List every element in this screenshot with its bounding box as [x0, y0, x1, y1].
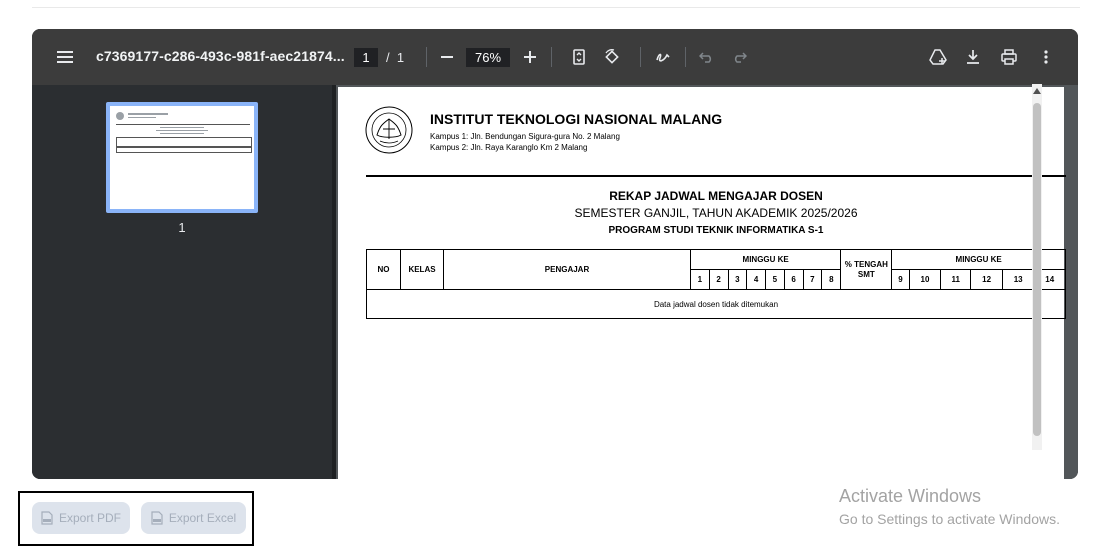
col-minggu-ke-1: MINGGU KE	[689, 249, 842, 270]
week-number: 1	[690, 269, 710, 290]
week-number: 4	[746, 269, 766, 290]
week-number: 11	[940, 269, 972, 290]
export-excel-label: Export Excel	[168, 511, 237, 525]
download-icon[interactable]	[962, 29, 984, 85]
scroll-up-arrow-icon[interactable]	[1033, 88, 1041, 94]
thumb-logo	[116, 112, 124, 120]
institution-name: INSTITUT TEKNOLOGI NASIONAL MALANG	[430, 111, 723, 127]
toolbar-divider	[640, 47, 641, 67]
document-scrollbar[interactable]	[1032, 84, 1042, 450]
pdf-viewer: c7369177-c286-493c-981f-aec21874... 1 / …	[32, 29, 1078, 479]
page-thumbnail[interactable]	[106, 102, 258, 213]
thumb-line	[160, 133, 204, 134]
thumb-table	[116, 146, 252, 153]
week-number: 9	[891, 269, 910, 290]
campus-1-address: Kampus 1: Jln. Bendungan Sigura-gura No.…	[430, 132, 620, 141]
page-count: / 1	[386, 48, 404, 67]
thumb-line	[128, 113, 168, 115]
activate-windows-title: Activate Windows	[839, 486, 982, 506]
report-title: REKAP JADWAL MENGAJAR DOSEN	[609, 189, 823, 203]
thumb-line	[128, 117, 156, 118]
zoom-level-input[interactable]: 76%	[466, 48, 510, 67]
thumb-line	[116, 124, 250, 125]
week-number: 7	[802, 269, 823, 290]
col-pengajar: PENGAJAR	[443, 249, 691, 290]
thumbnail-preview	[110, 106, 254, 209]
total-pages: 1	[396, 50, 405, 65]
col-no: NO	[366, 249, 401, 290]
week-number: 8	[821, 269, 842, 290]
drive-add-icon[interactable]	[926, 29, 950, 85]
program-name: PROGRAM STUDI TEKNIK INFORMATIKA S-1	[608, 225, 824, 236]
menu-icon[interactable]	[54, 29, 76, 85]
document-area: INSTITUT TEKNOLOGI NASIONAL MALANG Kampu…	[336, 85, 1078, 479]
more-vert-icon[interactable]	[1036, 29, 1056, 85]
top-divider	[32, 7, 1080, 8]
pdf-toolbar: c7369177-c286-493c-981f-aec21874... 1 / …	[32, 29, 1078, 85]
fit-page-icon[interactable]	[568, 29, 590, 85]
week-number: 12	[970, 269, 1003, 290]
thumb-line	[156, 130, 208, 131]
header-rule	[366, 175, 1066, 177]
annotate-icon[interactable]	[651, 29, 675, 85]
xls-file-icon	[151, 511, 163, 525]
print-icon[interactable]	[998, 29, 1020, 85]
semester-info: SEMESTER GANJIL, TAHUN AKADEMIK 2025/202…	[574, 206, 858, 220]
rotate-icon[interactable]	[600, 29, 624, 85]
thumbnail-sidebar: 1	[32, 85, 332, 479]
zoom-in-icon[interactable]	[519, 29, 541, 85]
file-title: c7369177-c286-493c-981f-aec21874...	[96, 48, 345, 64]
week-number: 13	[1001, 269, 1035, 290]
export-actions: Export PDF Export Excel	[18, 491, 254, 546]
scrollbar-thumb[interactable]	[1033, 103, 1041, 436]
undo-icon[interactable]	[696, 29, 718, 85]
empty-table-message: Data jadwal dosen tidak ditemukan	[366, 289, 1066, 319]
redo-icon[interactable]	[728, 29, 750, 85]
export-excel-button[interactable]: Export Excel	[141, 502, 246, 534]
pdf-file-icon	[41, 511, 53, 525]
current-page-input[interactable]: 1	[354, 48, 378, 67]
col-tengah-smt: % TENGAH SMT	[840, 249, 893, 290]
thumbnail-page-number: 1	[178, 220, 186, 235]
export-pdf-label: Export PDF	[58, 511, 121, 525]
institution-logo	[365, 106, 413, 154]
schedule-table: NO KELAS PENGAJAR MINGGU KE % TENGAH SMT…	[366, 249, 1066, 319]
week-number: 5	[765, 269, 785, 290]
week-number: 6	[783, 269, 804, 290]
toolbar-divider	[551, 47, 552, 67]
pdf-page: INSTITUT TEKNOLOGI NASIONAL MALANG Kampu…	[338, 87, 1066, 479]
toolbar-divider	[685, 47, 686, 67]
activate-windows-subtitle: Go to Settings to activate Windows.	[839, 511, 1060, 527]
week-number: 2	[708, 269, 729, 290]
week-number: 10	[908, 269, 942, 290]
export-pdf-button[interactable]: Export PDF	[32, 502, 130, 534]
page-separator: /	[386, 50, 390, 65]
toolbar-divider	[426, 47, 427, 67]
zoom-out-icon[interactable]	[436, 29, 458, 85]
thumb-line	[160, 127, 204, 128]
col-kelas: KELAS	[400, 249, 444, 290]
campus-2-address: Kampus 2: Jln. Raya Karanglo Km 2 Malang	[430, 143, 588, 152]
week-number: 3	[727, 269, 748, 290]
